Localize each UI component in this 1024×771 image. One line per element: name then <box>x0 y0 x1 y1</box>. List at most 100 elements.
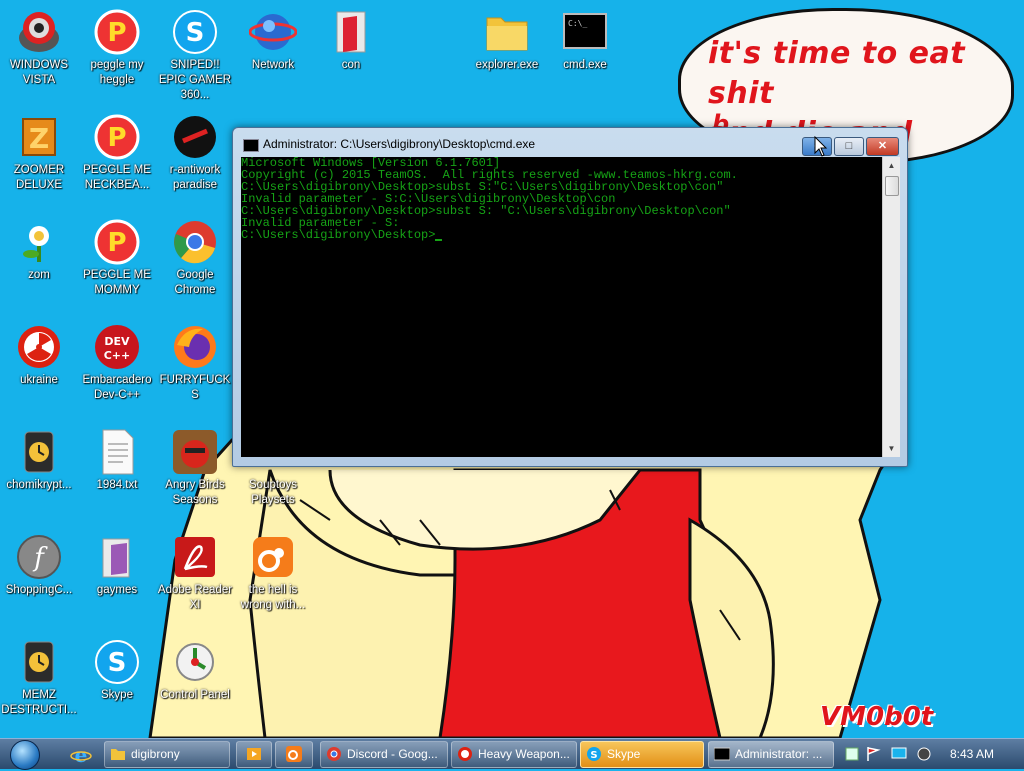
desktop-icon-label: explorer.exe <box>475 59 539 71</box>
taskbar-button-heavy-weapon[interactable]: Heavy Weapon... <box>451 741 577 768</box>
desktop-icon-sniped[interactable]: S SNIPED!! EPIC GAMER 360... <box>157 8 233 103</box>
taskbar-button-administrator[interactable]: Administrator: ... <box>708 741 834 768</box>
skype-icon: S <box>586 746 602 762</box>
desktop-icon-memz[interactable]: MEMZ DESTRUCTI... <box>1 638 77 718</box>
tray-volume-icon <box>917 747 931 761</box>
desktop-icon-peggle-me-neckbeard[interactable]: P PEGGLE ME NECKBEA... <box>79 113 155 193</box>
desktop-icon-dev-cpp[interactable]: DEV C++ Embarcadero Dev-C++ <box>79 323 155 403</box>
desktop-icon-adobe-reader[interactable]: Adobe Reader XI <box>157 533 233 613</box>
desktop-icon-con[interactable]: con <box>313 8 389 73</box>
network-icon <box>248 8 298 56</box>
text-cursor <box>435 239 443 241</box>
desktop-icon-label: ukraine <box>20 374 58 386</box>
taskbar-button-label: Administrator: ... <box>735 747 823 761</box>
desktop-icon-label: WINDOWS VISTA <box>9 59 69 86</box>
plant-icon <box>15 218 63 266</box>
close-icon: ✕ <box>877 140 888 152</box>
speech-line-1: it's time to eat shit <box>708 36 966 111</box>
desktop-icon-skype[interactable]: S Skype <box>79 638 155 703</box>
svg-text:P: P <box>107 228 126 258</box>
uc-browser-icon <box>286 746 302 762</box>
svg-text:e: e <box>75 744 88 766</box>
maximize-button[interactable]: □ <box>834 137 864 156</box>
taskbar-button-digibrony[interactable]: digibrony <box>104 741 230 768</box>
svg-text:S: S <box>108 648 127 678</box>
desktop-icon-r-antiwork[interactable]: r-antiwork paradise <box>157 113 233 193</box>
desktop-icon-label: con <box>341 59 361 71</box>
desktop-icon-peggle-me-mommy[interactable]: P PEGGLE ME MOMMY <box>79 218 155 298</box>
cmd-title-bar[interactable]: Administrator: C:\Users\digibrony\Deskto… <box>233 128 907 158</box>
desktop-icon-label: FURRYFUCKS <box>159 374 231 401</box>
uc-browser-icon <box>249 533 297 581</box>
desktop-icon-angry-birds[interactable]: Angry Birds Seasons <box>157 428 233 508</box>
desktop-icon-the-hell-is-wrong[interactable]: the hell is wrong with... <box>235 533 311 613</box>
cmd-window-title: Administrator: C:\Users\digibrony\Deskto… <box>263 137 536 151</box>
desktop-icon-label: Control Panel <box>160 689 230 701</box>
desktop-icon-1984-txt[interactable]: 1984.txt <box>79 428 155 493</box>
system-tray <box>836 739 1024 769</box>
svg-text:S: S <box>186 18 205 48</box>
folder-icon <box>110 746 126 762</box>
desktop-icon-label: 1984.txt <box>96 479 138 491</box>
taskbar-button-skype[interactable]: S Skype <box>580 741 704 768</box>
desktop-icon-explorer[interactable]: explorer.exe <box>469 8 545 73</box>
desktop-icon-chomikrypt[interactable]: chomikrypt... <box>1 428 77 493</box>
desktop-icon-google-chrome[interactable]: Google Chrome <box>157 218 233 298</box>
desktop-icon-label: chomikrypt... <box>6 479 72 491</box>
taskbar-button-label: Skype <box>607 747 641 761</box>
desktop-icon-ukraine[interactable]: ukraine <box>1 323 77 388</box>
close-button[interactable]: ✕ <box>866 137 899 156</box>
flash-icon: f <box>15 533 63 581</box>
taskbar-button-label: Heavy Weapon... <box>478 747 570 761</box>
zuma-icon: Z <box>15 113 63 161</box>
scroll-up-icon[interactable]: ▲ <box>883 157 900 174</box>
desktop-icon-label: PEGGLE ME MOMMY <box>83 269 151 296</box>
console-prompt-line[interactable]: C:\Users\digibrony\Desktop> <box>241 229 882 241</box>
taskbar-button-uc[interactable] <box>275 741 313 768</box>
peggle-icon: P <box>93 113 141 161</box>
desktop-icon-label: the hell is wrong with... <box>240 584 306 611</box>
desktop-icon-label: gaymes <box>96 584 138 596</box>
vertical-scrollbar[interactable]: ▲ ▼ <box>882 157 900 457</box>
taskbar-button-discord[interactable]: Discord - Goog... <box>320 741 448 768</box>
desktop-icon-gaymes[interactable]: gaymes <box>79 533 155 598</box>
scroll-down-icon[interactable]: ▼ <box>883 440 900 457</box>
adobe-reader-icon <box>171 533 219 581</box>
skype-icon: S <box>171 8 219 56</box>
svg-text:P: P <box>107 123 126 153</box>
antiwork-icon <box>171 113 219 161</box>
peggle-icon: P <box>93 8 141 56</box>
skype-icon: S <box>93 638 141 686</box>
desktop-icon-label: cmd.exe <box>563 59 607 71</box>
clock[interactable]: 8:43 AM <box>950 747 994 761</box>
desktop-icon-label: peggle my heggle <box>90 59 144 86</box>
desktop-icon-label: MEMZ DESTRUCTI... <box>1 689 77 716</box>
windows-logo-icon <box>10 740 40 770</box>
firefox-icon <box>171 323 219 371</box>
desktop-icon-shopping[interactable]: f ShoppingC... <box>1 533 77 598</box>
desktop-icon-network[interactable]: Network <box>235 8 311 73</box>
desktop-icon-label: Souptoys Playsets <box>249 479 297 506</box>
console-output[interactable]: Microsoft Windows [Version 6.1.7601] Cop… <box>241 157 882 457</box>
desktop-icon-label: Network <box>251 59 295 71</box>
desktop-icon-label: Angry Birds Seasons <box>165 479 225 506</box>
internet-explorer-icon[interactable]: e <box>70 743 92 767</box>
radiation-icon <box>15 323 63 371</box>
cmd-window[interactable]: Administrator: C:\Users\digibrony\Deskto… <box>232 127 908 467</box>
desktop-icon-cmd[interactable]: C:\_ cmd.exe <box>547 8 623 73</box>
desktop-icon-label: ShoppingC... <box>5 584 73 596</box>
folder-icon <box>327 8 375 56</box>
cmd-icon <box>243 139 259 152</box>
desktop-icon-peggle-my-heggle[interactable]: P peggle my heggle <box>79 8 155 88</box>
chrome-icon <box>326 746 342 762</box>
desktop-icon-label: Google Chrome <box>174 269 216 296</box>
desktop-icon-control-panel[interactable]: Control Panel <box>157 638 233 703</box>
scroll-thumb[interactable] <box>885 176 899 196</box>
desktop-icon-zom[interactable]: zom <box>1 218 77 283</box>
desktop-icon-furryfucks[interactable]: FURRYFUCKS <box>157 323 233 403</box>
start-button[interactable] <box>4 739 44 770</box>
taskbar: e digibrony Discord - Goog... Heavy Weap… <box>0 738 1024 770</box>
taskbar-button-media[interactable] <box>236 741 272 768</box>
desktop-icon-zoomer-deluxe[interactable]: Z ZOOMER DELUXE <box>1 113 77 193</box>
desktop-icon-windows-vista[interactable]: WINDOWS VISTA <box>1 8 77 88</box>
